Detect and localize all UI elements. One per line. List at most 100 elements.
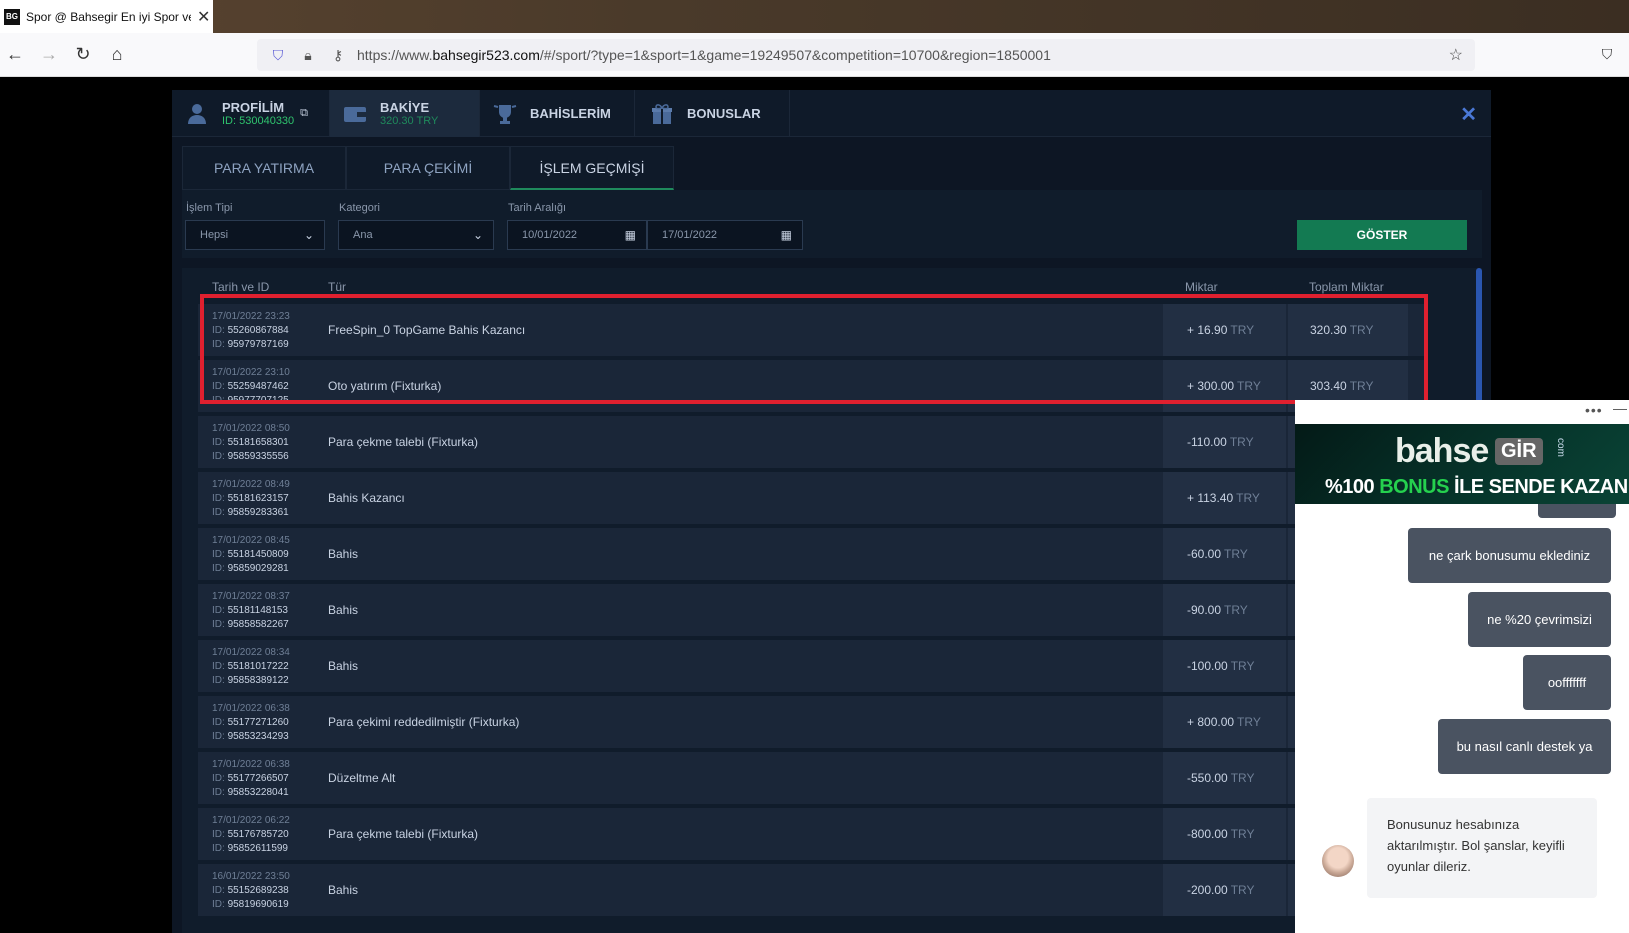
row-type: Para çekme talebi (Fixturka) [328, 827, 479, 841]
site-favicon-icon: BG [4, 8, 20, 25]
transaction-type-select[interactable]: Hepsi ⌄ [185, 220, 325, 250]
more-options-icon[interactable]: ••• [1585, 402, 1603, 418]
profile-id: ID: 530040330 [222, 115, 295, 127]
url-text[interactable]: https://www.bahsegir523.com/#/sport/?typ… [357, 47, 1051, 63]
chevron-down-icon: ⌄ [472, 228, 483, 242]
row-id-1: ID: 55181450809 [212, 549, 289, 560]
date-to-value: 17/01/2022 [662, 229, 718, 241]
slogan-part-3: İLE SENDE KAZAN [1448, 476, 1628, 498]
row-id-2: ID: 95858389122 [212, 675, 289, 686]
row-amount: + 113.40 TRY [1163, 472, 1286, 524]
row-id-1: ID: 55181623157 [212, 493, 289, 504]
row-amount: -550.00 TRY [1163, 752, 1286, 804]
tab-close-icon[interactable]: ✕ [197, 7, 210, 27]
my-bets-label: BAHİSLERİM [530, 106, 611, 121]
category-label: Kategori [339, 202, 380, 214]
row-id-2: ID: 95859283361 [212, 507, 289, 518]
transaction-type-value: Hepsi [200, 229, 229, 241]
live-chat-widget: ••• — bahse GİR com %100 BONUS İLE SENDE… [1295, 400, 1629, 933]
row-id-1: ID: 55152689238 [212, 885, 289, 896]
row-date: 17/01/2022 08:50 [212, 423, 290, 434]
minimize-icon[interactable]: — [1613, 400, 1627, 416]
account-modal: PROFİLİM ID: 530040330 ⧉ BAKİYE 320.30 T… [172, 90, 1491, 933]
table-row[interactable]: 17/01/2022 08:37 ID: 55181148153 ID: 95858… [198, 584, 1425, 636]
user-icon [182, 99, 212, 129]
row-type: Bahis [328, 659, 359, 673]
balance-tab[interactable]: BAKİYE 320.30 TRY [330, 90, 480, 137]
row-type: Para çekme talebi (Fixturka) [328, 435, 479, 449]
row-id-2: ID: 95859029281 [212, 563, 289, 574]
chat-message-user: oofffffff [1523, 655, 1611, 710]
row-type: Bahis [328, 603, 359, 617]
row-id-1: ID: 55181017222 [212, 661, 289, 672]
my-bets-tab[interactable]: BAHİSLERİM [480, 90, 635, 137]
tab-transaction-history[interactable]: İŞLEM GEÇMİŞİ [510, 146, 674, 190]
browser-tab-bar: BG Spor @ Bahsegir En iyi Spor ve C ✕ [0, 0, 1629, 33]
pocket-icon[interactable]: ⛉ [1596, 43, 1618, 65]
header-type: Tür [328, 280, 346, 294]
calendar-icon[interactable]: ▦ [625, 228, 636, 242]
reload-icon[interactable]: ↻ [72, 43, 94, 65]
browser-tab[interactable]: BG Spor @ Bahsegir En iyi Spor ve C ✕ [0, 0, 213, 33]
back-arrow-icon[interactable]: ← [4, 43, 26, 65]
table-row[interactable]: 17/01/2022 06:38 ID: 55177271260 ID: 95853… [198, 696, 1425, 748]
date-from-value: 10/01/2022 [522, 229, 578, 241]
table-row[interactable]: 16/01/2022 23:50 ID: 55152689238 ID: 95819… [198, 864, 1425, 916]
profile-label: PROFİLİM [222, 100, 285, 115]
date-to-input[interactable]: 17/01/2022 ▦ [647, 220, 803, 250]
row-date: 17/01/2022 06:22 [212, 815, 290, 826]
table-row[interactable]: 17/01/2022 06:22 ID: 55176785720 ID: 95852… [198, 808, 1425, 860]
forward-arrow-icon[interactable]: → [38, 43, 60, 65]
balance-label: BAKİYE [380, 100, 430, 115]
chat-bubble-partial [1538, 504, 1616, 518]
table-row[interactable]: 17/01/2022 06:38 ID: 55177266507 ID: 95853… [198, 752, 1425, 804]
bookmark-star-icon[interactable]: ☆ [1449, 45, 1463, 65]
copy-icon[interactable]: ⧉ [300, 107, 308, 120]
row-id-1: ID: 55181658301 [212, 437, 289, 448]
table-row[interactable]: 17/01/2022 08:50 ID: 55181658301 ID: 95859… [198, 416, 1425, 468]
table-row[interactable]: 17/01/2022 08:45 ID: 55181450809 ID: 95859… [198, 528, 1425, 580]
row-id-1: ID: 55176785720 [212, 829, 289, 840]
row-date: 17/01/2022 08:45 [212, 535, 290, 546]
row-id-1: ID: 55177266507 [212, 773, 289, 784]
row-id-2: ID: 95859335556 [212, 451, 289, 462]
tab-withdraw[interactable]: PARA ÇEKİMİ [346, 146, 510, 190]
show-button[interactable]: GÖSTER [1297, 220, 1467, 250]
shield-icon: ⛉ [272, 46, 284, 63]
transaction-type-label: İşlem Tipi [186, 202, 233, 214]
row-id-1: ID: 55177271260 [212, 717, 289, 728]
date-from-input[interactable]: 10/01/2022 ▦ [507, 220, 647, 250]
row-date: 17/01/2022 08:37 [212, 591, 290, 602]
row-date: 16/01/2022 23:50 [212, 871, 290, 882]
header-total: Toplam Miktar [1309, 280, 1384, 294]
key-icon: ⚷ [332, 46, 344, 63]
close-icon[interactable]: ✕ [1460, 102, 1477, 127]
bonus-label: BONUSLAR [687, 106, 761, 121]
wallet-subtabs: PARA YATIRMA PARA ÇEKİMİ İŞLEM GEÇMİŞİ [182, 146, 674, 190]
balance-value: 320.30 TRY [380, 115, 439, 127]
row-amount: + 800.00 TRY [1163, 696, 1286, 748]
row-id-2: ID: 95852611599 [212, 843, 288, 854]
table-row[interactable]: 17/01/2022 08:34 ID: 55181017222 ID: 95858… [198, 640, 1425, 692]
address-bar[interactable]: ⛉ 🔒︎ ⚷ https://www.bahsegir523.com/#/spo… [257, 39, 1475, 71]
row-date: 17/01/2022 06:38 [212, 759, 290, 770]
wallet-icon [340, 99, 370, 129]
browser-nav-bar: ← → ↻ ⌂ ⛉ 🔒︎ ⚷ https://www.bahsegir523.c… [0, 33, 1629, 77]
chat-header: ••• — [1295, 400, 1629, 424]
gift-icon [647, 99, 677, 129]
row-id-2: ID: 95858582267 [212, 619, 289, 630]
header-amount: Miktar [1185, 280, 1218, 294]
category-value: Ana [353, 229, 373, 241]
brand-logo-badge: GİR [1495, 438, 1543, 465]
home-icon[interactable]: ⌂ [106, 43, 128, 65]
tab-deposit[interactable]: PARA YATIRMA [182, 146, 346, 190]
row-type: Para çekimi reddedilmiştir (Fixturka) [328, 715, 520, 729]
row-amount: -800.00 TRY [1163, 808, 1286, 860]
profile-tab[interactable]: PROFİLİM ID: 530040330 ⧉ [172, 90, 330, 137]
category-select[interactable]: Ana ⌄ [338, 220, 494, 250]
row-type: Bahis Kazancı [328, 491, 405, 505]
chat-message-user: ne %20 çevrimsizi [1468, 592, 1611, 647]
bonus-tab[interactable]: BONUSLAR [635, 90, 790, 137]
calendar-icon[interactable]: ▦ [781, 228, 792, 242]
table-row[interactable]: 17/01/2022 08:49 ID: 55181623157 ID: 95859… [198, 472, 1425, 524]
